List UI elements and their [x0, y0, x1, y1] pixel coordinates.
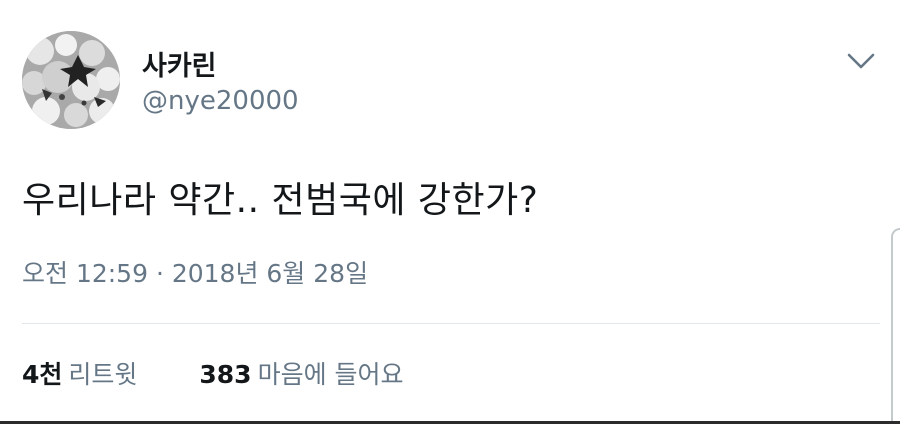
- tweet-timestamp[interactable]: 오전 12:59 · 2018년 6월 28일: [22, 254, 368, 290]
- avatar[interactable]: [22, 31, 120, 129]
- likes-label: 마음에 들어요: [257, 360, 404, 389]
- tweet-text: 우리나라 약간.. 전범국에 강한가?: [22, 180, 539, 221]
- divider: [22, 323, 880, 324]
- likes-count: 383: [199, 360, 252, 389]
- author-handle[interactable]: @nye20000: [142, 86, 299, 116]
- likes-stat[interactable]: 383 마음에 들어요: [199, 355, 403, 391]
- retweets-count: 4천: [22, 360, 63, 389]
- adjacent-card-edge: [891, 228, 900, 424]
- author-display-name[interactable]: 사카린: [142, 44, 217, 83]
- tweet-stats: 4천 리트윗 383 마음에 들어요: [22, 355, 404, 391]
- avatar-image: [22, 31, 120, 129]
- retweets-stat[interactable]: 4천 리트윗: [22, 355, 137, 391]
- chevron-down-icon[interactable]: [846, 48, 876, 74]
- retweets-label: 리트윗: [68, 360, 138, 389]
